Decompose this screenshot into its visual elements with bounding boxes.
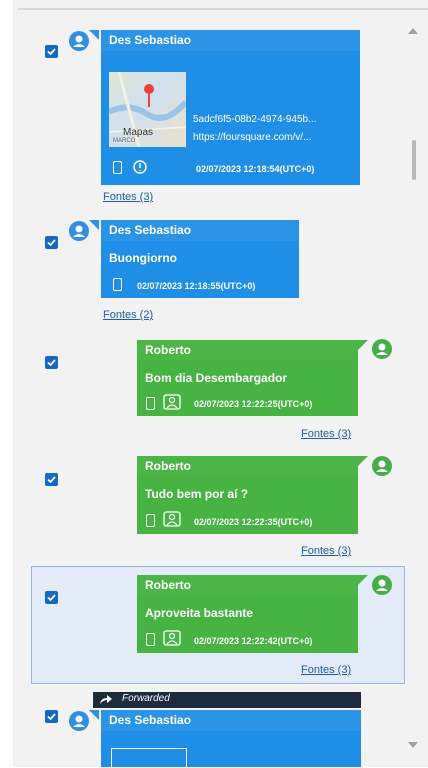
- sender-name: Des Sebastiao: [101, 710, 361, 731]
- forwarded-banner: Forwarded: [93, 692, 361, 708]
- bubble-tail: [89, 220, 99, 230]
- phone-icon: [146, 514, 155, 527]
- sender-name: Roberto: [137, 340, 358, 361]
- message-checkbox[interactable]: [45, 236, 58, 249]
- avatar-icon: [372, 339, 392, 359]
- message-text: Aproveita bastante: [145, 606, 254, 620]
- message-text: Tudo bem por aí ?: [145, 487, 249, 501]
- map-sublabel: MARCO: [113, 138, 136, 144]
- phone-icon: [113, 161, 122, 174]
- message-bubble[interactable]: Roberto Tudo bem por aí ? 02/07/2023 12:…: [137, 456, 358, 534]
- message-checkbox[interactable]: [45, 710, 58, 723]
- message-checkbox[interactable]: [45, 473, 58, 486]
- avatar-icon: [69, 221, 89, 241]
- forward-arrow-icon: [100, 695, 112, 704]
- message-timestamp: 02/07/2023 12:22:35(UTC+0): [194, 517, 313, 527]
- bubble-tail: [358, 456, 368, 466]
- avatar-icon: [69, 711, 89, 731]
- scroll-up-icon[interactable]: [408, 28, 418, 34]
- message-timestamp: 02/07/2023 12:22:25(UTC+0): [194, 399, 313, 409]
- avatar-icon: [372, 575, 392, 595]
- location-icon: [133, 160, 147, 174]
- message-checkbox[interactable]: [45, 45, 58, 58]
- fontes-link[interactable]: Fontes (3): [301, 545, 351, 557]
- scroll-thumb[interactable]: [412, 140, 416, 180]
- phone-icon: [146, 397, 155, 410]
- vertical-scrollbar[interactable]: [405, 22, 423, 757]
- fontes-link[interactable]: Fontes (3): [301, 428, 351, 440]
- message-text: Bom dia Desembargador: [145, 371, 288, 385]
- map-thumbnail[interactable]: Mapas MARCO: [109, 72, 186, 147]
- message-checkbox[interactable]: [45, 591, 58, 604]
- bubble-tail: [358, 575, 368, 585]
- sender-name: Roberto: [137, 575, 358, 596]
- message-timestamp: 02/07/2023 12:18:55(UTC+0): [137, 281, 256, 291]
- sender-name: Des Sebastiao: [101, 220, 299, 241]
- fontes-link[interactable]: Fontes (2): [103, 309, 153, 321]
- message-checkbox[interactable]: [45, 356, 58, 369]
- group-icon: [163, 394, 181, 410]
- fontes-link[interactable]: Fontes (3): [103, 191, 153, 203]
- group-icon: [163, 511, 181, 527]
- message-bubble[interactable]: Des Sebastiao Mapas MARCO 5adcf6f5-08b2-…: [101, 30, 360, 185]
- scroll-down-icon[interactable]: [408, 742, 418, 748]
- phone-icon: [146, 633, 155, 646]
- forwarded-label: Forwarded: [122, 693, 170, 704]
- sender-name: Des Sebastiao: [101, 30, 360, 51]
- message-bubble[interactable]: Roberto Bom dia Desembargador 02/07/2023…: [137, 340, 358, 416]
- map-label: Mapas: [123, 127, 154, 138]
- avatar-icon: [372, 456, 392, 476]
- message-bubble[interactable]: Des Sebastiao Buongiorno 02/07/2023 12:1…: [101, 220, 299, 298]
- phone-icon: [113, 278, 122, 291]
- message-bubble[interactable]: Des Sebastiao: [101, 710, 361, 768]
- link-url[interactable]: https://foursquare.com/v/...: [193, 132, 311, 143]
- link-id[interactable]: 5adcf6f5-08b2-4974-945b...: [193, 114, 316, 125]
- bubble-tail: [89, 710, 99, 720]
- bubble-tail: [89, 30, 99, 40]
- group-icon: [163, 630, 181, 646]
- sender-name: Roberto: [137, 456, 358, 477]
- message-timestamp: 02/07/2023 12:22:42(UTC+0): [194, 636, 313, 646]
- attachment-preview[interactable]: [111, 748, 187, 768]
- top-divider: [18, 8, 428, 10]
- avatar-icon: [69, 31, 89, 51]
- message-text: Buongiorno: [109, 251, 177, 265]
- bubble-tail: [358, 340, 368, 350]
- message-timestamp: 02/07/2023 12:18:54(UTC+0): [196, 164, 315, 174]
- message-bubble[interactable]: Roberto Aproveita bastante 02/07/2023 12…: [137, 575, 358, 653]
- fontes-link[interactable]: Fontes (3): [301, 664, 351, 676]
